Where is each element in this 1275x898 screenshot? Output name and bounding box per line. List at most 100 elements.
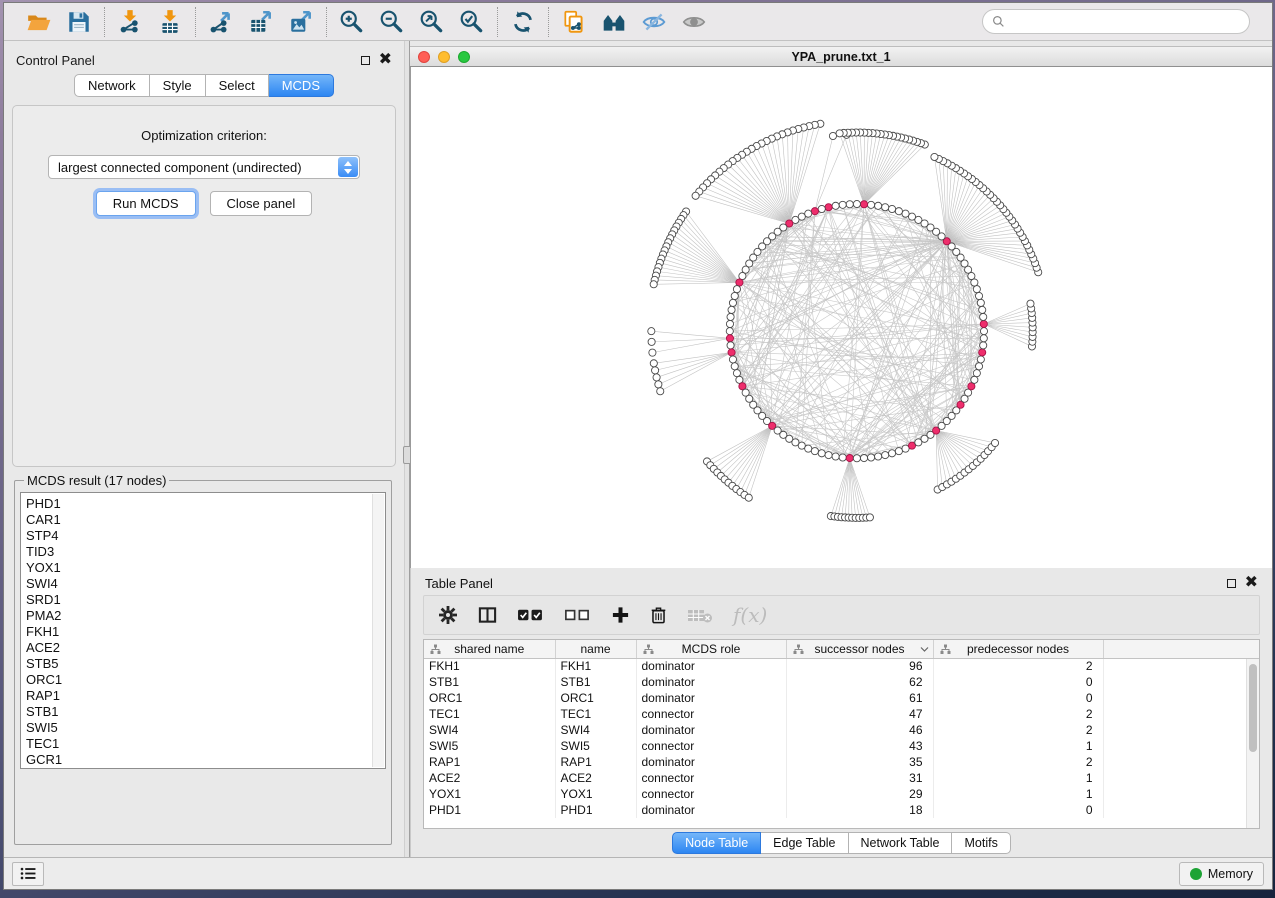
table-cell[interactable]: FKH1 xyxy=(424,658,555,674)
table-row[interactable]: STB1STB1dominator620 xyxy=(424,674,1259,690)
tab-node-table[interactable]: Node Table xyxy=(672,832,761,854)
table-row[interactable]: YOX1YOX1connector291 xyxy=(424,786,1259,802)
table-cell[interactable]: 2 xyxy=(933,706,1103,722)
mcds-result-item[interactable]: PHD1 xyxy=(26,496,371,512)
network-canvas[interactable] xyxy=(410,67,1272,568)
tab-network-table[interactable]: Network Table xyxy=(849,832,953,854)
zoom-in-icon[interactable] xyxy=(337,7,367,37)
zoom-out-icon[interactable] xyxy=(377,7,407,37)
table-cell[interactable]: STB1 xyxy=(424,674,555,690)
table-cell[interactable]: connector xyxy=(636,706,786,722)
table-cell[interactable]: 1 xyxy=(933,786,1103,802)
table-cell[interactable]: 61 xyxy=(786,690,933,706)
mcds-result-item[interactable]: STB1 xyxy=(26,704,371,720)
mcds-result-item[interactable]: RAP1 xyxy=(26,688,371,704)
zoom-fit-icon[interactable] xyxy=(417,7,447,37)
table-cell[interactable]: ACE2 xyxy=(424,770,555,786)
open-file-icon[interactable] xyxy=(24,7,54,37)
table-row[interactable]: TEC1TEC1connector472 xyxy=(424,706,1259,722)
table-cell[interactable]: RAP1 xyxy=(424,754,555,770)
table-cell[interactable]: 43 xyxy=(786,738,933,754)
table-cell[interactable]: SWI4 xyxy=(555,722,636,738)
close-panel-button[interactable]: Close panel xyxy=(210,191,313,216)
refresh-view-icon[interactable] xyxy=(508,7,538,37)
mcds-result-item[interactable]: FKH1 xyxy=(26,624,371,640)
mcds-result-item[interactable]: YOX1 xyxy=(26,560,371,576)
table-cell[interactable]: YOX1 xyxy=(555,786,636,802)
mcds-result-item[interactable]: GCR1 xyxy=(26,752,371,768)
result-list-scrollbar[interactable] xyxy=(372,494,384,767)
table-cell[interactable]: SWI5 xyxy=(555,738,636,754)
close-panel-icon[interactable]: ✖ xyxy=(379,55,392,65)
table-row[interactable]: FKH1FKH1dominator962 xyxy=(424,658,1259,674)
table-cell[interactable]: dominator xyxy=(636,754,786,770)
run-mcds-button[interactable]: Run MCDS xyxy=(96,191,196,216)
select-all-rows-icon[interactable] xyxy=(517,602,544,628)
table-cell[interactable]: 1 xyxy=(933,738,1103,754)
zoom-selected-icon[interactable] xyxy=(457,7,487,37)
table-cell[interactable]: RAP1 xyxy=(555,754,636,770)
table-cell[interactable]: 1 xyxy=(933,770,1103,786)
table-cell[interactable]: STB1 xyxy=(555,674,636,690)
deselect-all-rows-icon[interactable] xyxy=(564,602,591,628)
tab-network[interactable]: Network xyxy=(74,74,150,97)
export-image-icon[interactable] xyxy=(286,7,316,37)
column-header-successor-nodes[interactable]: successor nodes xyxy=(786,640,933,658)
new-network-from-selection-icon[interactable] xyxy=(559,7,589,37)
table-cell[interactable]: 35 xyxy=(786,754,933,770)
table-cell[interactable]: TEC1 xyxy=(555,706,636,722)
mcds-result-item[interactable]: SWI4 xyxy=(26,576,371,592)
mcds-result-item[interactable]: ACE2 xyxy=(26,640,371,656)
table-cell[interactable]: YOX1 xyxy=(424,786,555,802)
table-cell[interactable]: FKH1 xyxy=(555,658,636,674)
column-header-MCDS-role[interactable]: MCDS role xyxy=(636,640,786,658)
table-row[interactable]: PHD1PHD1dominator180 xyxy=(424,802,1259,818)
column-header-shared-name[interactable]: shared name xyxy=(424,640,555,658)
table-cell[interactable]: connector xyxy=(636,786,786,802)
table-cell[interactable]: dominator xyxy=(636,658,786,674)
table-cell[interactable]: SWI5 xyxy=(424,738,555,754)
export-network-icon[interactable] xyxy=(206,7,236,37)
table-cell[interactable]: 0 xyxy=(933,802,1103,818)
table-cell[interactable]: 47 xyxy=(786,706,933,722)
table-scrollbar[interactable] xyxy=(1246,659,1259,828)
tab-select[interactable]: Select xyxy=(206,74,269,97)
mcds-result-item[interactable]: CAR1 xyxy=(26,512,371,528)
mcds-result-item[interactable]: SRD1 xyxy=(26,592,371,608)
table-cell[interactable]: 62 xyxy=(786,674,933,690)
tab-style[interactable]: Style xyxy=(150,74,206,97)
table-cell[interactable]: PHD1 xyxy=(555,802,636,818)
table-scrollbar-thumb[interactable] xyxy=(1249,664,1257,752)
add-column-icon[interactable] xyxy=(611,602,630,628)
table-cell[interactable]: dominator xyxy=(636,802,786,818)
tab-edge-table[interactable]: Edge Table xyxy=(761,832,848,854)
table-row[interactable]: ACE2ACE2connector311 xyxy=(424,770,1259,786)
table-cell[interactable]: dominator xyxy=(636,674,786,690)
table-cell[interactable]: 2 xyxy=(933,722,1103,738)
tab-motifs[interactable]: Motifs xyxy=(952,832,1010,854)
float-table-panel-icon[interactable] xyxy=(1227,579,1236,588)
import-network-icon[interactable] xyxy=(115,7,145,37)
table-cell[interactable]: 96 xyxy=(786,658,933,674)
table-cell[interactable]: TEC1 xyxy=(424,706,555,722)
import-table-icon[interactable] xyxy=(155,7,185,37)
table-cell[interactable]: PHD1 xyxy=(424,802,555,818)
mcds-result-item[interactable]: STB5 xyxy=(26,656,371,672)
first-neighbors-icon[interactable] xyxy=(599,7,629,37)
table-cell[interactable]: ACE2 xyxy=(555,770,636,786)
table-row[interactable]: RAP1RAP1dominator352 xyxy=(424,754,1259,770)
table-cell[interactable]: 2 xyxy=(933,658,1103,674)
table-cell[interactable]: 2 xyxy=(933,754,1103,770)
table-row[interactable]: ORC1ORC1dominator610 xyxy=(424,690,1259,706)
tab-mcds[interactable]: MCDS xyxy=(269,74,334,97)
mcds-result-item[interactable]: TID3 xyxy=(26,544,371,560)
table-cell[interactable]: dominator xyxy=(636,690,786,706)
mcds-result-item[interactable]: STP4 xyxy=(26,528,371,544)
table-cell[interactable]: 46 xyxy=(786,722,933,738)
table-cell[interactable]: 29 xyxy=(786,786,933,802)
hide-selected-icon[interactable] xyxy=(639,7,669,37)
table-cell[interactable]: connector xyxy=(636,770,786,786)
column-header-predecessor-nodes[interactable]: predecessor nodes xyxy=(933,640,1103,658)
mcds-result-item[interactable]: SWI5 xyxy=(26,720,371,736)
table-cell[interactable]: connector xyxy=(636,738,786,754)
